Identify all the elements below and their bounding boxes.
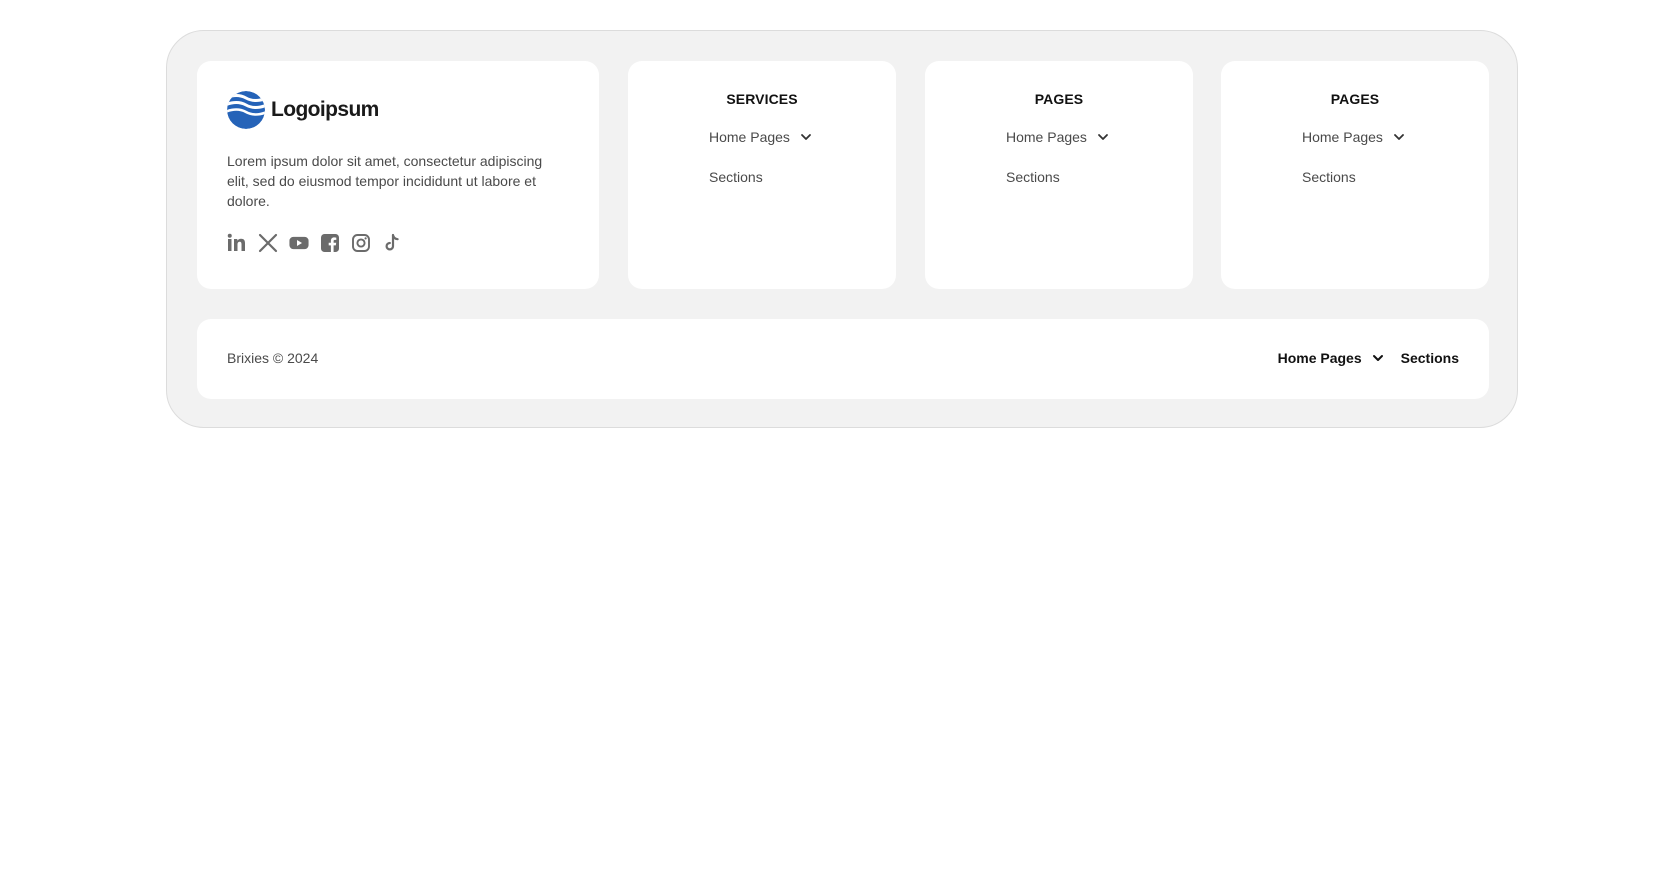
bottom-link-home-pages[interactable]: Home Pages	[1278, 350, 1385, 366]
brand-card: Logoipsum Lorem ipsum dolor sit amet, co…	[197, 61, 599, 289]
brand-description: Lorem ipsum dolor sit amet, consectetur …	[227, 153, 543, 209]
link-sections[interactable]: Sections	[709, 169, 763, 185]
link-home-pages[interactable]: Home Pages	[1302, 129, 1406, 145]
logo-text: Logoipsum	[271, 98, 379, 121]
footer-column-services: SERVICES Home Pages Sections	[628, 61, 896, 289]
link-label: Home Pages	[709, 129, 790, 145]
link-label: Sections	[709, 169, 763, 185]
logo[interactable]: Logoipsum	[227, 91, 379, 129]
tiktok-icon[interactable]	[382, 233, 402, 253]
link-label: Home Pages	[1006, 129, 1087, 145]
column-title: PAGES	[1034, 91, 1084, 107]
link-sections[interactable]: Sections	[1302, 169, 1356, 185]
social-links	[227, 233, 402, 253]
chevron-down-icon	[1372, 355, 1383, 361]
link-label: Sections	[1302, 169, 1356, 185]
facebook-icon[interactable]	[320, 233, 340, 253]
linkedin-icon[interactable]	[227, 233, 247, 253]
link-label: Home Pages	[1277, 350, 1362, 366]
footer-column-pages: PAGES Home Pages Sections	[925, 61, 1193, 289]
link-label: Sections	[1006, 169, 1060, 185]
link-label: Sections	[1400, 350, 1459, 366]
bottom-nav: Home Pages Sections	[1278, 350, 1459, 366]
copyright-text: Brixies © 2024	[227, 350, 319, 366]
chevron-down-icon	[1394, 134, 1404, 140]
footer-bottom-bar: Brixies © 2024 Home Pages Sections	[197, 319, 1489, 399]
chevron-down-icon	[801, 134, 811, 140]
chevron-down-icon	[1098, 134, 1108, 140]
link-home-pages[interactable]: Home Pages	[709, 129, 813, 145]
footer: Logoipsum Lorem ipsum dolor sit amet, co…	[166, 30, 1518, 428]
link-sections[interactable]: Sections	[1006, 169, 1060, 185]
instagram-icon[interactable]	[351, 233, 371, 253]
bottom-link-sections[interactable]: Sections	[1401, 350, 1459, 366]
link-home-pages[interactable]: Home Pages	[1006, 129, 1110, 145]
column-title: PAGES	[1330, 91, 1380, 107]
logo-mark-icon	[227, 91, 265, 129]
column-title: SERVICES	[726, 91, 798, 107]
footer-column-pages-2: PAGES Home Pages Sections	[1221, 61, 1489, 289]
youtube-icon[interactable]	[289, 233, 309, 253]
link-label: Home Pages	[1302, 129, 1383, 145]
x-icon[interactable]	[258, 233, 278, 253]
